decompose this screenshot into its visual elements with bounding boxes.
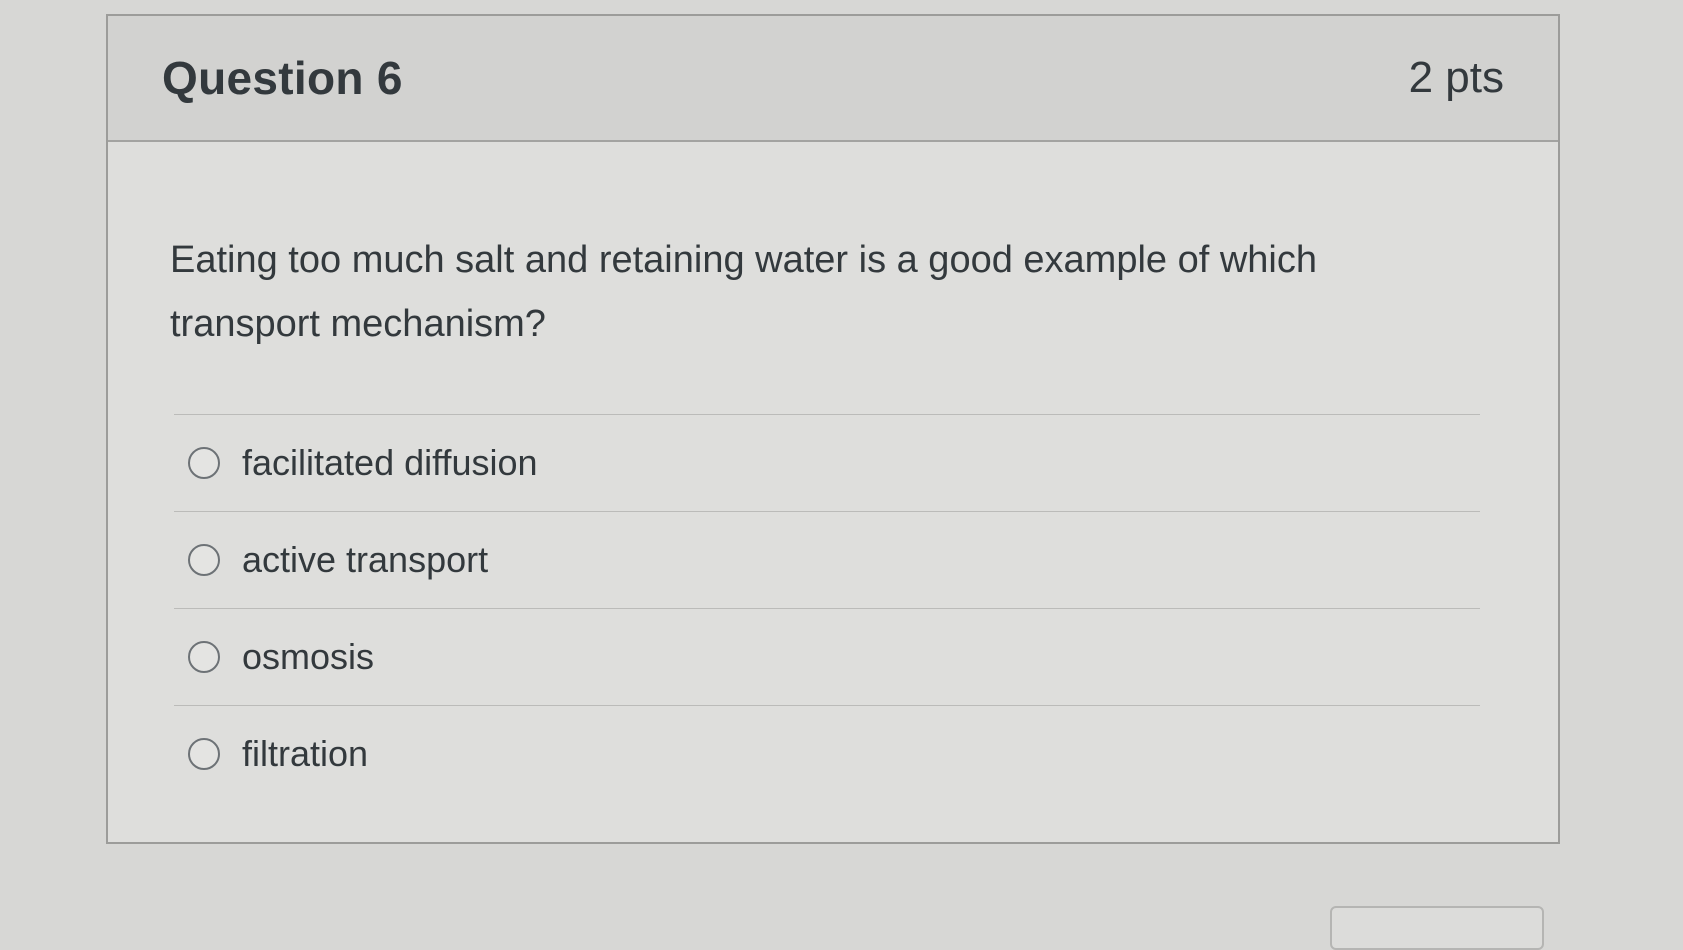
question-body: Eating too much salt and retaining water… <box>108 142 1558 802</box>
question-text: Eating too much salt and retaining water… <box>170 239 1317 345</box>
answer-label[interactable]: active transport <box>242 539 488 581</box>
answer-option-filtration[interactable]: filtration <box>170 706 1480 802</box>
answer-list: facilitated diffusion active transport o… <box>170 414 1480 802</box>
answer-option-facilitated-diffusion[interactable]: facilitated diffusion <box>170 415 1480 511</box>
answer-label[interactable]: facilitated diffusion <box>242 442 538 484</box>
answer-label[interactable]: osmosis <box>242 636 374 678</box>
answer-label[interactable]: filtration <box>242 733 368 775</box>
radio-button[interactable] <box>188 641 220 673</box>
next-button-partial[interactable] <box>1330 906 1544 950</box>
radio-button[interactable] <box>188 544 220 576</box>
question-card: Question 6 2 pts Eating too much salt an… <box>106 14 1560 844</box>
question-points: 2 pts <box>1408 53 1504 102</box>
answer-option-osmosis[interactable]: osmosis <box>170 609 1480 705</box>
radio-button[interactable] <box>188 447 220 479</box>
answer-option-active-transport[interactable]: active transport <box>170 512 1480 608</box>
question-title: Question 6 <box>162 52 403 104</box>
radio-button[interactable] <box>188 738 220 770</box>
question-header: Question 6 2 pts <box>108 16 1558 142</box>
